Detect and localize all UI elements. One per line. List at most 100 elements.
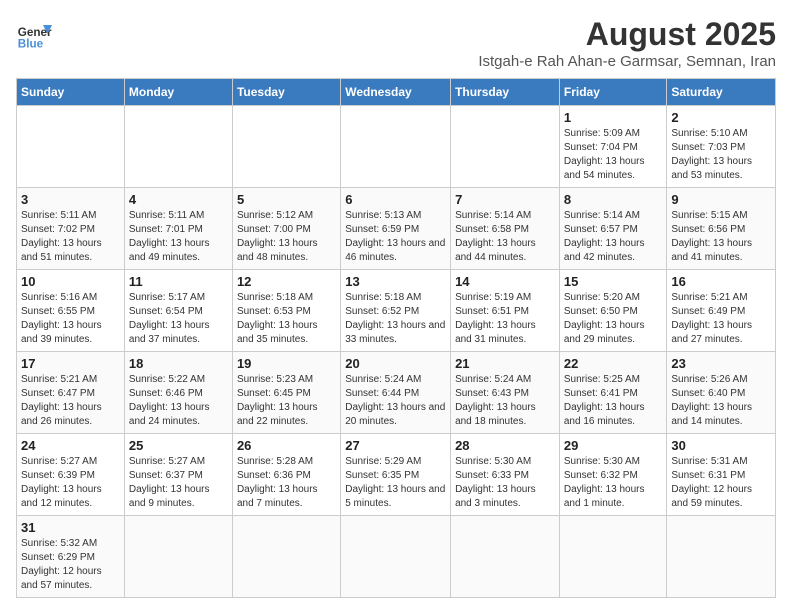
day-info: Sunrise: 5:29 AM Sunset: 6:35 PM Dayligh… [345, 455, 446, 511]
logo-icon: General Blue [16, 16, 52, 52]
day-number: 20 [345, 356, 446, 371]
header: General Blue August 2025 Istgah-e Rah Ah… [16, 16, 776, 70]
calendar-cell: 3 Sunrise: 5:11 AM Sunset: 7:02 PM Daylig… [17, 188, 125, 270]
day-info: Sunrise: 5:20 AM Sunset: 6:50 PM Dayligh… [564, 291, 663, 347]
calendar-cell: 14 Sunrise: 5:19 AM Sunset: 6:51 PM Dayli… [451, 270, 560, 352]
day-number: 17 [21, 356, 120, 371]
weekday-header-sunday: Sunday [17, 79, 125, 106]
calendar-cell: 13 Sunrise: 5:18 AM Sunset: 6:52 PM Dayli… [341, 270, 451, 352]
day-info: Sunrise: 5:14 AM Sunset: 6:57 PM Dayligh… [564, 209, 663, 265]
day-number: 21 [455, 356, 555, 371]
calendar-cell: 18 Sunrise: 5:22 AM Sunset: 6:46 PM Dayli… [124, 352, 232, 434]
day-info: Sunrise: 5:32 AM Sunset: 6:29 PM Dayligh… [21, 537, 120, 593]
calendar-cell: 20Sunrise: 5:24 AM Sunset: 6:44 PM Dayli… [341, 352, 451, 434]
logo: General Blue [16, 16, 52, 52]
weekday-header-friday: Friday [559, 79, 667, 106]
day-number: 6 [345, 192, 446, 207]
day-info: Sunrise: 5:13 AM Sunset: 6:59 PM Dayligh… [345, 209, 446, 265]
calendar-week-4: 17 Sunrise: 5:21 AM Sunset: 6:47 PM Dayli… [17, 352, 776, 434]
day-info: Sunrise: 5:14 AM Sunset: 6:58 PM Dayligh… [455, 209, 555, 265]
day-number: 9 [671, 192, 771, 207]
title-area: August 2025 Istgah-e Rah Ahan-e Garmsar,… [478, 16, 776, 70]
svg-text:Blue: Blue [18, 38, 44, 51]
calendar-cell: 16 Sunrise: 5:21 AM Sunset: 6:49 PM Dayli… [667, 270, 776, 352]
calendar-cell [667, 516, 776, 598]
day-info: Sunrise: 5:27 AM Sunset: 6:37 PM Dayligh… [129, 455, 228, 511]
day-number: 4 [129, 192, 228, 207]
day-info: Sunrise: 5:19 AM Sunset: 6:51 PM Dayligh… [455, 291, 555, 347]
calendar-cell [341, 516, 451, 598]
day-info: Sunrise: 5:26 AM Sunset: 6:40 PM Dayligh… [671, 373, 771, 429]
calendar-cell: 30Sunrise: 5:31 AM Sunset: 6:31 PM Dayli… [667, 434, 776, 516]
calendar-cell [451, 106, 560, 188]
calendar-cell: 27Sunrise: 5:29 AM Sunset: 6:35 PM Dayli… [341, 434, 451, 516]
calendar-cell [451, 516, 560, 598]
calendar-cell [559, 516, 667, 598]
calendar-week-5: 24 Sunrise: 5:27 AM Sunset: 6:39 PM Dayli… [17, 434, 776, 516]
day-number: 30 [671, 438, 771, 453]
day-info: Sunrise: 5:10 AM Sunset: 7:03 PM Dayligh… [671, 127, 771, 183]
calendar-cell: 21 Sunrise: 5:24 AM Sunset: 6:43 PM Dayli… [451, 352, 560, 434]
calendar-cell: 12Sunrise: 5:18 AM Sunset: 6:53 PM Dayli… [232, 270, 340, 352]
weekday-header-monday: Monday [124, 79, 232, 106]
day-info: Sunrise: 5:23 AM Sunset: 6:45 PM Dayligh… [237, 373, 336, 429]
day-info: Sunrise: 5:21 AM Sunset: 6:47 PM Dayligh… [21, 373, 120, 429]
day-number: 3 [21, 192, 120, 207]
day-number: 18 [129, 356, 228, 371]
day-info: Sunrise: 5:16 AM Sunset: 6:55 PM Dayligh… [21, 291, 120, 347]
calendar-cell: 10 Sunrise: 5:16 AM Sunset: 6:55 PM Dayli… [17, 270, 125, 352]
calendar-cell [232, 106, 340, 188]
day-number: 24 [21, 438, 120, 453]
calendar-week-1: 1Sunrise: 5:09 AM Sunset: 7:04 PM Daylig… [17, 106, 776, 188]
weekday-header-wednesday: Wednesday [341, 79, 451, 106]
calendar-cell [232, 516, 340, 598]
day-info: Sunrise: 5:24 AM Sunset: 6:43 PM Dayligh… [455, 373, 555, 429]
calendar-cell [341, 106, 451, 188]
day-number: 26 [237, 438, 336, 453]
calendar-cell [124, 106, 232, 188]
day-number: 5 [237, 192, 336, 207]
day-number: 13 [345, 274, 446, 289]
day-number: 23 [671, 356, 771, 371]
calendar-cell: 5 Sunrise: 5:12 AM Sunset: 7:00 PM Daylig… [232, 188, 340, 270]
weekday-header-saturday: Saturday [667, 79, 776, 106]
calendar-cell: 25Sunrise: 5:27 AM Sunset: 6:37 PM Dayli… [124, 434, 232, 516]
main-title: August 2025 [478, 16, 776, 53]
calendar-cell: 23 Sunrise: 5:26 AM Sunset: 6:40 PM Dayli… [667, 352, 776, 434]
day-number: 31 [21, 520, 120, 535]
day-info: Sunrise: 5:27 AM Sunset: 6:39 PM Dayligh… [21, 455, 120, 511]
day-info: Sunrise: 5:25 AM Sunset: 6:41 PM Dayligh… [564, 373, 663, 429]
day-info: Sunrise: 5:30 AM Sunset: 6:33 PM Dayligh… [455, 455, 555, 511]
calendar-cell: 15Sunrise: 5:20 AM Sunset: 6:50 PM Dayli… [559, 270, 667, 352]
day-info: Sunrise: 5:15 AM Sunset: 6:56 PM Dayligh… [671, 209, 771, 265]
calendar-week-3: 10 Sunrise: 5:16 AM Sunset: 6:55 PM Dayli… [17, 270, 776, 352]
day-number: 8 [564, 192, 663, 207]
calendar-week-6: 31 Sunrise: 5:32 AM Sunset: 6:29 PM Dayli… [17, 516, 776, 598]
day-info: Sunrise: 5:09 AM Sunset: 7:04 PM Dayligh… [564, 127, 663, 183]
day-info: Sunrise: 5:22 AM Sunset: 6:46 PM Dayligh… [129, 373, 228, 429]
calendar-cell: 7Sunrise: 5:14 AM Sunset: 6:58 PM Daylig… [451, 188, 560, 270]
day-number: 12 [237, 274, 336, 289]
day-number: 22 [564, 356, 663, 371]
calendar-cell [17, 106, 125, 188]
calendar-cell: 24 Sunrise: 5:27 AM Sunset: 6:39 PM Dayli… [17, 434, 125, 516]
calendar-cell: 9 Sunrise: 5:15 AM Sunset: 6:56 PM Daylig… [667, 188, 776, 270]
day-info: Sunrise: 5:12 AM Sunset: 7:00 PM Dayligh… [237, 209, 336, 265]
day-number: 10 [21, 274, 120, 289]
calendar-cell: 28Sunrise: 5:30 AM Sunset: 6:33 PM Dayli… [451, 434, 560, 516]
day-number: 19 [237, 356, 336, 371]
weekday-header-thursday: Thursday [451, 79, 560, 106]
calendar-cell: 6 Sunrise: 5:13 AM Sunset: 6:59 PM Daylig… [341, 188, 451, 270]
calendar-cell: 22 Sunrise: 5:25 AM Sunset: 6:41 PM Dayli… [559, 352, 667, 434]
calendar-table: SundayMondayTuesdayWednesdayThursdayFrid… [16, 78, 776, 598]
day-info: Sunrise: 5:18 AM Sunset: 6:52 PM Dayligh… [345, 291, 446, 347]
day-number: 14 [455, 274, 555, 289]
day-number: 16 [671, 274, 771, 289]
calendar-cell: 11Sunrise: 5:17 AM Sunset: 6:54 PM Dayli… [124, 270, 232, 352]
subtitle: Istgah-e Rah Ahan-e Garmsar, Semnan, Ira… [478, 53, 776, 70]
day-info: Sunrise: 5:21 AM Sunset: 6:49 PM Dayligh… [671, 291, 771, 347]
day-info: Sunrise: 5:30 AM Sunset: 6:32 PM Dayligh… [564, 455, 663, 511]
calendar-cell [124, 516, 232, 598]
weekday-header-tuesday: Tuesday [232, 79, 340, 106]
day-info: Sunrise: 5:11 AM Sunset: 7:02 PM Dayligh… [21, 209, 120, 265]
